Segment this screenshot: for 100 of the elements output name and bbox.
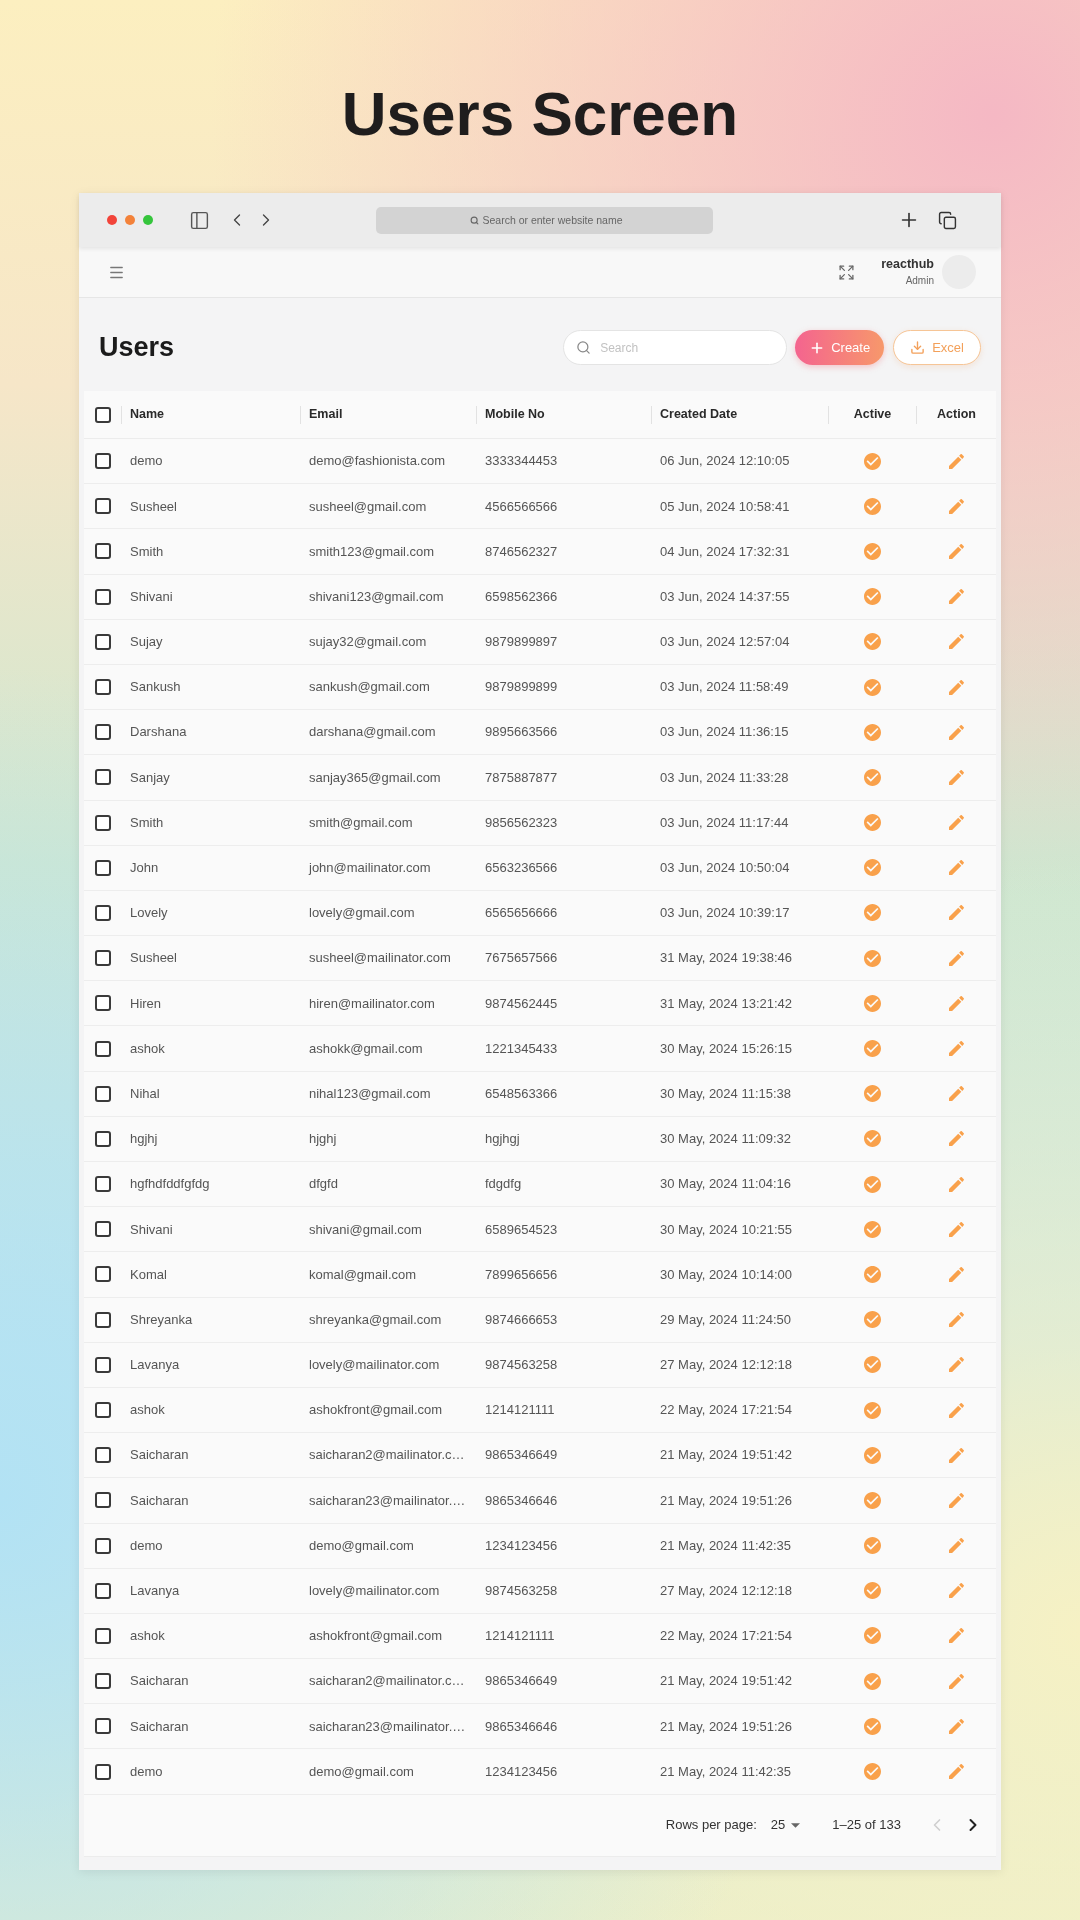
checkbox[interactable] [94, 769, 111, 786]
date-cell-text: 21 May, 2024 19:51:26 [660, 1491, 793, 1510]
checkbox[interactable] [94, 859, 111, 876]
checkbox[interactable] [94, 1266, 111, 1283]
email-cell-text: hjghj [309, 1130, 337, 1149]
sidebar-icon[interactable] [189, 209, 210, 231]
date-cell-text: 06 Jun, 2024 12:10:05 [660, 452, 790, 471]
name-cell-text: Hiren [130, 994, 162, 1013]
mobile-cell-text: 6589654523 [485, 1220, 558, 1239]
name-cell-text: Nihal [130, 1084, 160, 1103]
checkbox[interactable] [94, 1673, 111, 1690]
name-cell-text: demo [130, 1536, 163, 1555]
checkbox[interactable] [94, 1718, 111, 1735]
email-cell-text: sanjay365@gmail.com [309, 768, 441, 787]
mobile-cell-text: 1214121111 [485, 1401, 555, 1420]
checkbox[interactable] [94, 1582, 111, 1599]
window-close-icon[interactable] [107, 215, 117, 225]
email-cell-text: shivani@gmail.com [309, 1220, 422, 1239]
checkbox[interactable] [94, 1356, 111, 1373]
name-cell-text: Shreyanka [130, 1310, 193, 1329]
checkbox[interactable] [94, 724, 111, 741]
checkbox[interactable] [94, 543, 111, 560]
email-cell-text: shreyanka@gmail.com [309, 1310, 442, 1329]
checkbox[interactable] [94, 453, 111, 470]
search-field[interactable]: Search [563, 330, 788, 365]
email-cell-text: ashokfront@gmail.com [309, 1627, 443, 1646]
checkbox[interactable] [94, 679, 111, 696]
checkbox[interactable] [94, 904, 111, 921]
email-cell-text: hiren@mailinator.com [309, 994, 435, 1013]
column-header: Active [853, 406, 892, 424]
checkbox[interactable] [94, 1627, 111, 1644]
mobile-cell-text: 9874563258 [485, 1356, 558, 1375]
name-cell-text: ashok [130, 1039, 165, 1058]
email-cell-text: komal@gmail.com [309, 1265, 417, 1284]
email-cell-text: saicharan2@mailinator.c… [309, 1672, 465, 1691]
checkbox[interactable] [94, 814, 111, 831]
date-cell-text: 21 May, 2024 11:42:35 [660, 1762, 792, 1781]
date-cell-text: 21 May, 2024 19:51:26 [660, 1717, 793, 1736]
name-cell-text: Lavanya [130, 1582, 180, 1601]
name-cell-text: Susheel [130, 497, 177, 516]
date-cell-text: 30 May, 2024 10:14:00 [660, 1265, 793, 1284]
create-button[interactable]: Create [795, 330, 885, 365]
email-cell-text: demo@gmail.com [309, 1762, 414, 1781]
checkbox[interactable] [94, 1176, 111, 1193]
checkbox[interactable] [94, 1221, 111, 1238]
date-cell-text: 22 May, 2024 17:21:54 [660, 1401, 793, 1420]
email-cell-text: susheel@mailinator.com [309, 949, 451, 968]
mobile-cell-text: 9865346646 [485, 1717, 558, 1736]
checkbox[interactable] [94, 1040, 111, 1057]
mobile-cell-text: 1221345433 [485, 1039, 558, 1058]
email-cell-text: demo@gmail.com [309, 1536, 414, 1555]
mobile-cell-text: 9865346649 [485, 1446, 558, 1465]
column-header: Created Date [659, 406, 738, 424]
date-cell-text: 30 May, 2024 11:15:38 [660, 1084, 792, 1103]
download-icon [910, 340, 926, 355]
name-cell-text: demo [130, 1762, 163, 1781]
checkbox[interactable] [94, 1447, 111, 1464]
fullscreen-icon[interactable] [838, 263, 856, 281]
name-cell-text: demo [130, 452, 163, 471]
date-cell-text: 22 May, 2024 17:21:54 [660, 1627, 793, 1646]
mobile-cell-text: 6598562366 [485, 587, 558, 606]
mobile-cell-text: 9865346649 [485, 1672, 558, 1691]
tabs-icon[interactable] [938, 210, 957, 230]
checkbox[interactable] [94, 1763, 111, 1780]
checkbox[interactable] [94, 406, 111, 423]
rows-per-page-select[interactable]: 25 [770, 1815, 801, 1835]
email-cell-text: saicharan23@mailinator.… [309, 1717, 466, 1736]
checkbox[interactable] [94, 1311, 111, 1328]
mobile-cell-text: 4566566566 [485, 497, 558, 516]
checkbox[interactable] [94, 1537, 111, 1554]
checkbox[interactable] [94, 498, 111, 515]
checkbox[interactable] [94, 1085, 111, 1102]
checkbox[interactable] [94, 1492, 111, 1509]
date-cell-text: 31 May, 2024 19:38:46 [660, 949, 793, 968]
address-bar[interactable]: Search or enter website name [376, 206, 713, 234]
date-cell-text: 03 Jun, 2024 10:39:17 [660, 904, 790, 923]
checkbox[interactable] [94, 1402, 111, 1419]
email-cell-text: ashokfront@gmail.com [309, 1401, 443, 1420]
date-cell-text: 03 Jun, 2024 11:36:15 [660, 723, 789, 742]
name-cell-text: Lovely [130, 904, 168, 923]
name-cell-text: Smith [130, 542, 164, 561]
date-cell-text: 30 May, 2024 15:26:15 [660, 1039, 793, 1058]
checkbox[interactable] [94, 995, 111, 1012]
name-cell-text: Lavanya [130, 1356, 180, 1375]
checkbox[interactable] [94, 633, 111, 650]
name-cell-text: Saicharan [130, 1446, 189, 1465]
checkbox[interactable] [94, 588, 111, 605]
email-cell-text: lovely@gmail.com [309, 904, 415, 923]
date-cell-text: 21 May, 2024 19:51:42 [660, 1446, 793, 1465]
column-header: Name [129, 406, 165, 424]
name-cell-text: Darshana [130, 723, 187, 742]
export-button[interactable]: Excel [893, 330, 981, 365]
date-cell-text: 03 Jun, 2024 11:58:49 [660, 678, 789, 697]
checkbox[interactable] [94, 950, 111, 967]
name-cell-text: Komal [130, 1265, 167, 1284]
name-cell-text: John [130, 859, 159, 878]
mobile-cell-text: 9865346646 [485, 1491, 558, 1510]
name-cell-text: Susheel [130, 949, 177, 968]
column-header: Mobile No [484, 406, 545, 424]
checkbox[interactable] [94, 1130, 111, 1147]
